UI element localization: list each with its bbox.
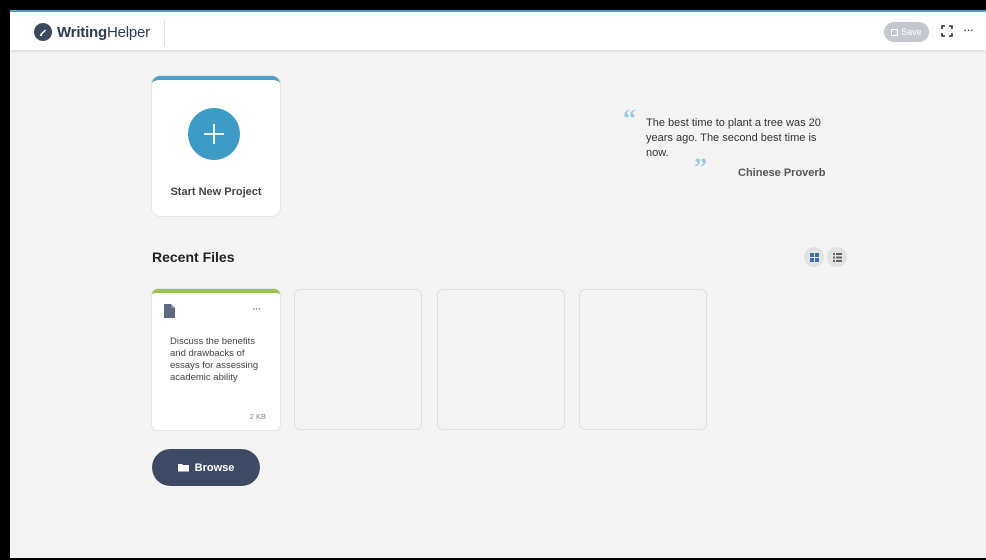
expand-icon[interactable]	[941, 25, 953, 37]
browse-button[interactable]: Browse	[152, 449, 260, 486]
file-title: Discuss the benefits and drawbacks of es…	[170, 336, 259, 383]
browse-label: Browse	[194, 461, 235, 474]
quote-close-icon: ”	[694, 153, 707, 182]
recent-files-title: Recent Files	[152, 249, 235, 265]
app-header: WritingHelper Save ···	[10, 10, 986, 50]
start-new-project-card[interactable]: Start New Project	[152, 76, 280, 216]
logo-text: WritingHelper	[57, 24, 150, 41]
file-options-icon[interactable]: ···	[252, 303, 261, 315]
quote-text: The best time to plant a tree was 20 yea…	[646, 117, 821, 159]
more-options-icon[interactable]: ···	[963, 23, 974, 36]
folder-icon	[177, 464, 189, 472]
save-icon	[891, 28, 899, 36]
list-view-button[interactable]	[827, 247, 847, 267]
empty-file-slot	[579, 289, 707, 430]
save-label: Save	[901, 27, 922, 37]
plus-icon	[188, 108, 240, 160]
header-divider	[164, 20, 165, 46]
file-card[interactable]: ··· Discuss the benefits and drawbacks o…	[152, 289, 280, 430]
logo[interactable]: WritingHelper	[34, 23, 150, 41]
empty-file-slot	[294, 289, 422, 430]
empty-file-slot	[437, 289, 565, 430]
document-icon	[164, 304, 175, 318]
quote-open-icon: “	[623, 104, 636, 133]
start-new-project-label: Start New Project	[170, 186, 262, 198]
list-icon	[832, 252, 842, 262]
logo-text-light: Helper	[106, 23, 150, 41]
logo-icon	[34, 23, 52, 41]
logo-text-bold: Writing	[57, 23, 107, 41]
quote-author: Chinese Proverb	[738, 167, 826, 179]
grid-icon	[809, 252, 819, 262]
app-frame: WritingHelper Save ··· Start New Project…	[10, 10, 986, 558]
file-size: 2 KB	[249, 412, 266, 421]
save-button[interactable]: Save	[884, 22, 929, 42]
grid-view-button[interactable]	[804, 247, 824, 267]
